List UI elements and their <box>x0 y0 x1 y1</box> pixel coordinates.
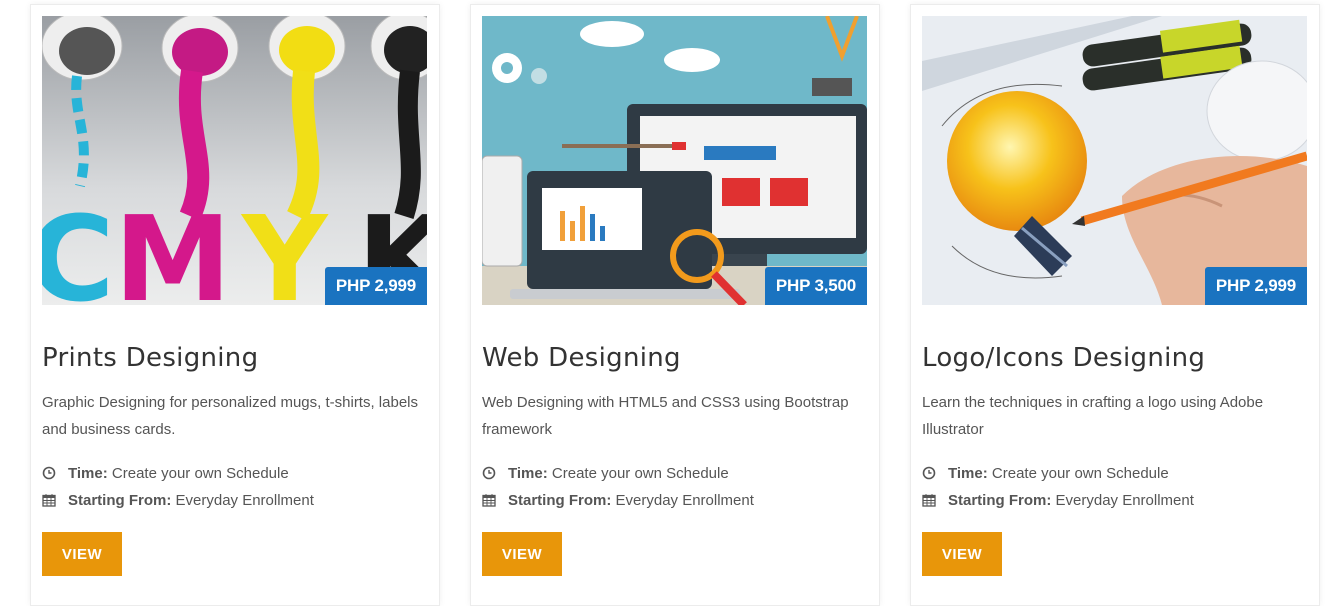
time-value: Create your own Schedule <box>551 465 729 482</box>
time-label: Time: <box>948 465 988 482</box>
course-time: Time: Create your own Schedule <box>482 465 872 482</box>
course-description: Graphic Designing for personalized mugs,… <box>42 394 419 438</box>
course-description: Web Designing with HTML5 and CSS3 using … <box>482 394 849 438</box>
time-value: Create your own Schedule <box>111 465 289 482</box>
start-value: Everyday Enrollment <box>615 492 754 509</box>
course-title[interactable]: Web Designing <box>482 343 681 373</box>
calendar-icon <box>482 493 496 507</box>
clock-icon <box>922 466 936 480</box>
start-value: Everyday Enrollment <box>1055 492 1194 509</box>
view-button[interactable]: VIEW <box>922 532 1002 576</box>
calendar-icon <box>922 493 936 507</box>
start-label: Starting From: <box>508 492 612 509</box>
start-value: Everyday Enrollment <box>175 492 314 509</box>
svg-text:Y: Y <box>240 190 329 305</box>
course-image-web[interactable]: PHP 3,500 <box>482 16 867 305</box>
course-grid: C M Y K PHP 2,999 Prints Designing Graph… <box>0 0 1341 606</box>
course-description: Learn the techniques in crafting a logo … <box>922 394 1264 438</box>
course-title[interactable]: Prints Designing <box>42 343 258 373</box>
course-time: Time: Create your own Schedule <box>922 465 1312 482</box>
time-value: Create your own Schedule <box>991 465 1169 482</box>
time-label: Time: <box>68 465 108 482</box>
price-badge: PHP 2,999 <box>324 267 427 305</box>
calendar-icon <box>42 493 56 507</box>
svg-text:C: C <box>42 190 115 305</box>
start-label: Starting From: <box>68 492 172 509</box>
clock-icon <box>42 466 56 480</box>
course-image-cmyk[interactable]: C M Y K PHP 2,999 <box>42 16 427 305</box>
course-title[interactable]: Logo/Icons Designing <box>922 343 1205 373</box>
course-image-lightbulb[interactable]: PHP 2,999 <box>922 16 1307 305</box>
clock-icon <box>482 466 496 480</box>
course-time: Time: Create your own Schedule <box>42 465 432 482</box>
course-start: Starting From: Everyday Enrollment <box>482 492 872 509</box>
svg-text:M: M <box>114 190 231 305</box>
price-badge: PHP 3,500 <box>764 267 867 305</box>
price-badge: PHP 2,999 <box>1204 267 1307 305</box>
course-start: Starting From: Everyday Enrollment <box>42 492 432 509</box>
course-start: Starting From: Everyday Enrollment <box>922 492 1312 509</box>
course-card-logo: PHP 2,999 Logo/Icons Designing Learn the… <box>910 4 1320 606</box>
start-label: Starting From: <box>948 492 1052 509</box>
course-card-web: PHP 3,500 Web Designing Web Designing wi… <box>470 4 880 606</box>
view-button[interactable]: VIEW <box>42 532 122 576</box>
view-button[interactable]: VIEW <box>482 532 562 576</box>
course-card-prints: C M Y K PHP 2,999 Prints Designing Graph… <box>30 4 440 606</box>
time-label: Time: <box>508 465 548 482</box>
